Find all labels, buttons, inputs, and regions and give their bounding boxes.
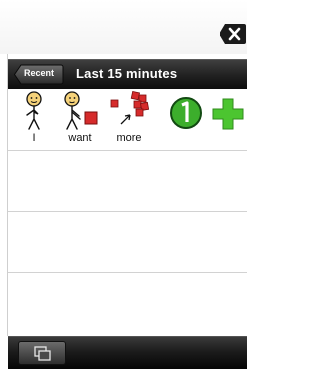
symbol-plus[interactable]	[211, 89, 245, 131]
plus-icon	[212, 98, 244, 130]
person-pointing-self-icon	[26, 91, 42, 130]
number-one-circle-icon	[170, 97, 202, 129]
person-reaching-cube-icon	[64, 91, 98, 130]
sentence-strip[interactable]: I want more	[8, 89, 247, 149]
symbol-i[interactable]: I	[16, 89, 52, 144]
list-item[interactable]	[8, 211, 247, 272]
history-list	[8, 150, 247, 333]
close-icon	[220, 24, 246, 44]
back-button-label: Recent	[24, 68, 55, 78]
symbol-label: I	[32, 132, 36, 144]
close-button[interactable]	[219, 20, 247, 48]
overlapping-windows-icon	[34, 346, 51, 361]
navigation-bar: Recent Last 15 minutes	[8, 59, 247, 90]
list-item[interactable]	[8, 272, 247, 333]
symbol-number-one[interactable]	[168, 89, 204, 131]
more-cubes-icon	[110, 90, 150, 125]
symbol-label: more	[116, 132, 142, 144]
list-item[interactable]	[8, 150, 247, 211]
back-button[interactable]: Recent	[14, 64, 64, 85]
symbol-want[interactable]: want	[58, 89, 102, 144]
bottom-toolbar	[8, 336, 247, 369]
page-title: Last 15 minutes	[76, 66, 178, 81]
windows-button[interactable]	[18, 341, 66, 365]
symbol-label: want	[68, 132, 92, 144]
symbol-more[interactable]: more	[106, 89, 152, 144]
top-strip	[0, 0, 247, 54]
